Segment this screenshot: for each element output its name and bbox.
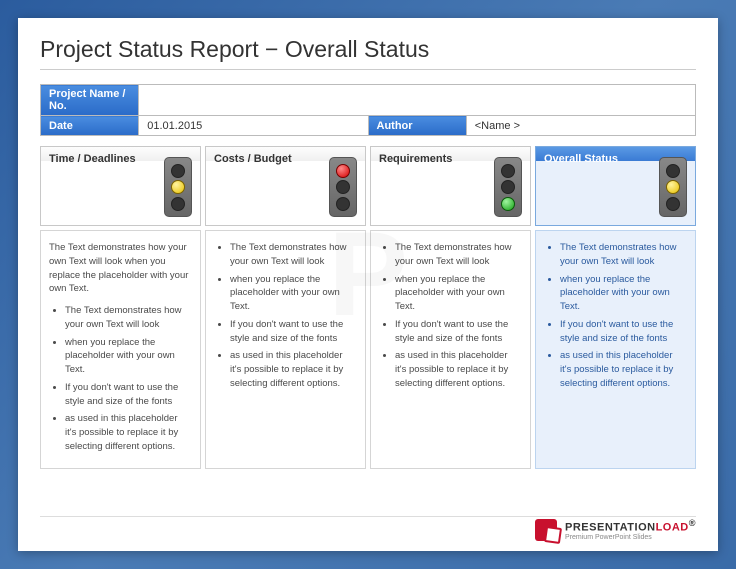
list-item: as used in this placeholder it's possibl…	[65, 412, 190, 453]
light-green	[336, 197, 350, 211]
col-head-requirements: Requirements	[370, 146, 531, 226]
bullet-list: The Text demonstrates how your own Text …	[214, 241, 355, 391]
registered-mark: ®	[689, 518, 696, 528]
light-yellow	[501, 180, 515, 194]
slide: P Project Status Report − Overall Status…	[18, 18, 718, 551]
status-grid: Time / Deadlines Costs / Budget Requirem…	[40, 146, 696, 469]
traffic-light-icon	[164, 157, 192, 217]
brand-tagline: Premium PowerPoint Slides	[565, 534, 696, 541]
list-item: when you replace the placeholder with yo…	[230, 273, 355, 314]
list-item: as used in this placeholder it's possibl…	[560, 349, 685, 390]
list-item: If you don't want to use the style and s…	[65, 381, 190, 409]
light-green	[666, 197, 680, 211]
light-red	[171, 164, 185, 178]
col-body-time: The Text demonstrates how your own Text …	[40, 230, 201, 469]
light-red	[336, 164, 350, 178]
list-item: as used in this placeholder it's possibl…	[395, 349, 520, 390]
col-head-overall: Overall Status	[535, 146, 696, 226]
project-info-table: Project Name / No. Date 01.01.2015 Autho…	[40, 84, 696, 136]
light-red	[666, 164, 680, 178]
list-item: as used in this placeholder it's possibl…	[230, 349, 355, 390]
intro-text: The Text demonstrates how your own Text …	[49, 241, 190, 296]
col-body-costs: The Text demonstrates how your own Text …	[205, 230, 366, 469]
col-body-requirements: The Text demonstrates how your own Text …	[370, 230, 531, 469]
col-head-time: Time / Deadlines	[40, 146, 201, 226]
project-name-value[interactable]	[139, 85, 696, 116]
bullet-list: The Text demonstrates how your own Text …	[544, 241, 685, 391]
list-item: The Text demonstrates how your own Text …	[230, 241, 355, 269]
list-item: The Text demonstrates how your own Text …	[560, 241, 685, 269]
light-green	[171, 197, 185, 211]
bullet-list: The Text demonstrates how your own Text …	[49, 304, 190, 454]
list-item: If you don't want to use the style and s…	[230, 318, 355, 346]
light-green	[501, 197, 515, 211]
light-yellow	[171, 180, 185, 194]
brand-part1: PRESENTATION	[565, 522, 656, 534]
footer-text: PRESENTATIONLOAD® Premium PowerPoint Sli…	[565, 519, 696, 541]
project-name-label: Project Name / No.	[41, 85, 139, 116]
presentationload-logo-icon	[535, 519, 557, 541]
author-label: Author	[368, 116, 466, 136]
traffic-light-icon	[329, 157, 357, 217]
slide-title: Project Status Report − Overall Status	[40, 36, 696, 70]
footer-brand: PRESENTATIONLOAD® Premium PowerPoint Sli…	[535, 519, 696, 541]
light-yellow	[336, 180, 350, 194]
date-value[interactable]: 01.01.2015	[139, 116, 368, 136]
list-item: The Text demonstrates how your own Text …	[65, 304, 190, 332]
list-item: The Text demonstrates how your own Text …	[395, 241, 520, 269]
traffic-light-icon	[659, 157, 687, 217]
light-red	[501, 164, 515, 178]
bullet-list: The Text demonstrates how your own Text …	[379, 241, 520, 391]
col-body-overall: The Text demonstrates how your own Text …	[535, 230, 696, 469]
light-yellow	[666, 180, 680, 194]
col-label: Overall Status	[544, 153, 618, 165]
list-item: If you don't want to use the style and s…	[395, 318, 520, 346]
col-head-costs: Costs / Budget	[205, 146, 366, 226]
list-item: If you don't want to use the style and s…	[560, 318, 685, 346]
col-label: Costs / Budget	[214, 153, 292, 165]
list-item: when you replace the placeholder with yo…	[560, 273, 685, 314]
traffic-light-icon	[494, 157, 522, 217]
brand-part2: LOAD	[656, 522, 689, 534]
list-item: when you replace the placeholder with yo…	[65, 336, 190, 377]
footer-divider	[40, 516, 696, 517]
date-label: Date	[41, 116, 139, 136]
list-item: when you replace the placeholder with yo…	[395, 273, 520, 314]
author-value[interactable]: <Name >	[466, 116, 695, 136]
col-label: Requirements	[379, 153, 452, 165]
col-label: Time / Deadlines	[49, 153, 136, 165]
